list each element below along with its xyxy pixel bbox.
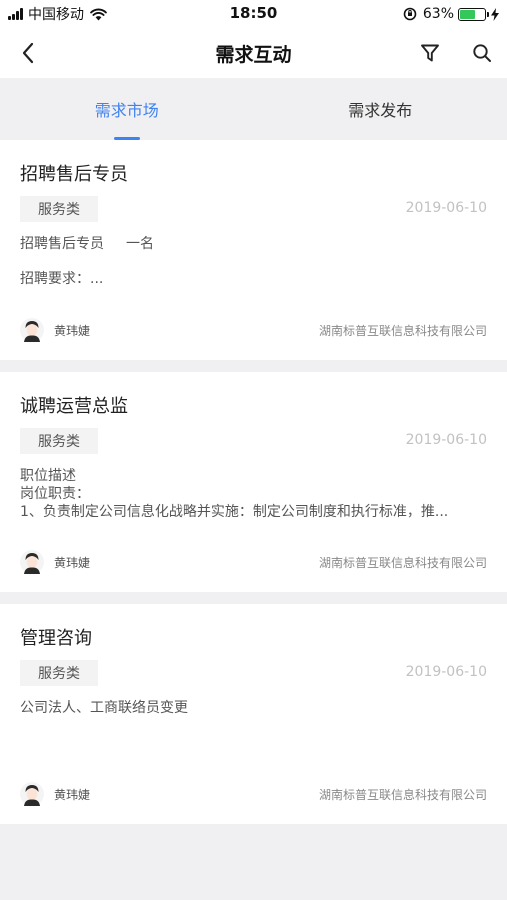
charging-bolt-icon [491,7,499,21]
battery-icon [458,7,486,21]
tab-demand-market[interactable]: 需求市场 [0,78,254,140]
card-title: 招聘售后专员 [20,164,128,185]
demand-card[interactable]: 诚聘运营总监 服务类 2019-06-10 职位描述 岗位职责： 1、负责制定公… [0,372,507,592]
tab-label: 需求市场 [94,101,159,120]
author-name: 黄玮婕 [54,555,91,570]
avatar [20,550,44,574]
filter-button[interactable] [417,40,443,66]
card-description: 招聘要求：... [20,271,104,287]
search-icon [473,44,491,62]
author-name: 黄玮婕 [54,787,91,802]
tab-bar: 需求市场 需求发布 [0,78,507,140]
nav-bar: 需求互动 [0,28,507,78]
battery-level [460,9,476,19]
company-name: 湖南标普互联信息科技有限公司 [318,323,487,338]
avatar [20,782,44,806]
card-date: 2019-06-10 [405,200,487,216]
rotation-lock-icon [403,7,417,21]
status-right: 63% [403,5,499,23]
category-tag: 服务类 [20,428,98,454]
company-name: 湖南标普互联信息科技有限公司 [318,555,487,570]
author-name: 黄玮婕 [54,323,91,338]
desc-text: 招聘售后专员 [20,236,104,252]
desc-text: 一名 [126,236,154,252]
filter-icon [421,44,439,62]
card-description: 岗位职责： [20,486,90,502]
tab-demand-publish[interactable]: 需求发布 [254,78,507,140]
card-date: 2019-06-10 [405,432,487,448]
search-button[interactable] [469,40,495,66]
card-title: 诚聘运营总监 [20,396,128,417]
demand-card[interactable]: 管理咨询 服务类 2019-06-10 公司法人、工商联络员变更 黄玮婕 湖南标… [0,604,507,824]
status-bar: 中国移动 18:50 63% [0,0,507,28]
battery-percent: 63% [422,6,454,22]
card-date: 2019-06-10 [405,664,487,680]
demand-card[interactable]: 招聘售后专员 服务类 2019-06-10 招聘售后专员 一名 招聘要求：... … [0,140,507,360]
card-description: 招聘售后专员 一名 [20,235,487,253]
card-description: 公司法人、工商联络员变更 [20,700,188,716]
category-tag: 服务类 [20,660,98,686]
avatar [20,318,44,342]
card-title: 管理咨询 [20,628,92,649]
author-row: 黄玮婕 湖南标普互联信息科技有限公司 [20,549,487,575]
category-tag: 服务类 [20,196,98,222]
battery-tip [487,11,489,17]
author-row: 黄玮婕 湖南标普互联信息科技有限公司 [20,317,487,343]
company-name: 湖南标普互联信息科技有限公司 [318,787,487,802]
author-row: 黄玮婕 湖南标普互联信息科技有限公司 [20,781,487,807]
card-description: 职位描述 [20,468,76,484]
tab-label: 需求发布 [348,101,413,120]
card-description: 1、负责制定公司信息化战略并实施：制定公司制度和执行标准，推... [20,504,449,520]
